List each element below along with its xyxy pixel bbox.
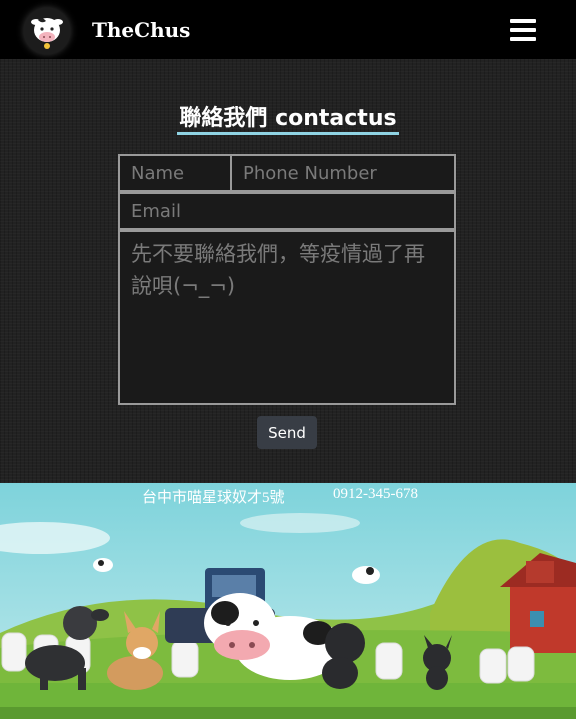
- message-textarea[interactable]: [118, 230, 456, 405]
- footer-info: 台中市喵星球奴才5號 0912-345-678: [0, 486, 576, 508]
- footer-phone: 0912-345-678: [333, 486, 418, 502]
- footer: 台中市喵星球奴才5號 0912-345-678: [0, 483, 576, 719]
- email-input[interactable]: [118, 192, 456, 230]
- cow-logo-icon[interactable]: [24, 8, 70, 54]
- name-input[interactable]: [118, 154, 232, 192]
- navbar: TheChus: [0, 0, 576, 59]
- farm-animals-illustration: [0, 483, 576, 719]
- contact-title: 聯絡我們 contactus: [0, 104, 576, 135]
- send-button[interactable]: Send: [257, 416, 317, 449]
- brand-name[interactable]: TheChus: [92, 18, 190, 42]
- contact-title-text: 聯絡我們 contactus: [177, 106, 399, 135]
- contact-section: 聯絡我們 contactus Send: [0, 59, 576, 483]
- hamburger-menu-icon[interactable]: [510, 19, 536, 41]
- footer-address: 台中市喵星球奴才5號: [142, 490, 285, 506]
- phone-input[interactable]: [230, 154, 456, 192]
